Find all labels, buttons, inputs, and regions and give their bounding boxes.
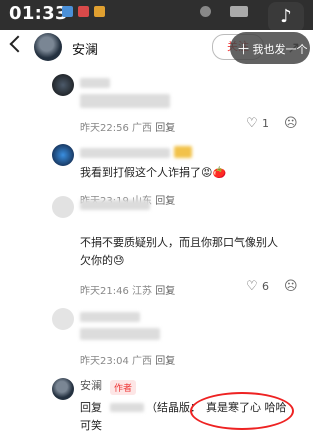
like-count: 6 bbox=[262, 280, 269, 293]
notification-icon bbox=[94, 6, 105, 17]
comment-date: 昨天23:04 bbox=[80, 356, 129, 367]
username bbox=[80, 148, 170, 158]
header-name[interactable]: 安澜 bbox=[72, 39, 98, 58]
avatar[interactable] bbox=[34, 33, 62, 61]
badge-icon bbox=[174, 146, 192, 158]
comment-text-line-1: 不捐不要质疑别人，而且你那口气像别人 bbox=[80, 236, 278, 249]
reply-line-2: 可笑 bbox=[80, 419, 102, 432]
reply-link[interactable]: 回复 bbox=[155, 286, 175, 297]
comment-meta: 昨天23:04 广西 回复 bbox=[80, 352, 175, 367]
author-name: 安澜 bbox=[80, 379, 102, 392]
comment-text bbox=[80, 328, 160, 340]
comment-meta: 昨天21:46 江苏 回复 bbox=[80, 282, 175, 297]
avatar[interactable] bbox=[52, 74, 74, 96]
author-badge: 作者 bbox=[110, 380, 137, 395]
comment-meta: 昨天22:56 广西 回复 bbox=[80, 119, 175, 134]
notification-icon bbox=[78, 6, 89, 17]
list-item: 不捐不要质疑别人，而且你那口气像别人 欠你的😓 昨天21:46 江苏 回复 ♡ … bbox=[0, 196, 313, 300]
username bbox=[80, 78, 110, 88]
highlight-circle bbox=[190, 392, 294, 430]
comment-region: 广西 bbox=[132, 123, 153, 134]
comment-date: 昨天22:56 bbox=[80, 123, 129, 134]
heart-icon[interactable]: ♡ bbox=[246, 279, 258, 294]
dislike-icon[interactable]: ☹ bbox=[284, 116, 298, 131]
reply-prefix: 回复 bbox=[80, 401, 102, 414]
list-item: 昨天22:56 广西 回复 ♡ 1 ☹ bbox=[0, 68, 313, 134]
avatar[interactable] bbox=[52, 378, 74, 400]
status-time: 01:33 bbox=[9, 3, 68, 24]
reply-target bbox=[110, 403, 144, 412]
like-count: 1 bbox=[262, 117, 269, 130]
back-icon[interactable] bbox=[9, 35, 27, 53]
heart-icon[interactable]: ♡ bbox=[246, 116, 258, 131]
reply-link[interactable]: 回复 bbox=[155, 356, 175, 367]
notification-icon bbox=[62, 6, 73, 17]
comment-text: 我看到打假这个人诈捐了😡🍅 bbox=[80, 166, 227, 179]
post-button[interactable]: 十 我也发一个 bbox=[230, 32, 310, 64]
status-bar: 01:33 ♪ bbox=[0, 0, 313, 32]
comment-date: 昨天21:46 bbox=[80, 286, 129, 297]
battery-icon bbox=[230, 6, 248, 17]
comment-text-line-2: 欠你的😓 bbox=[80, 254, 125, 267]
avatar[interactable] bbox=[52, 196, 74, 218]
username bbox=[80, 312, 140, 322]
list-item: 昨天23:04 广西 回复 bbox=[0, 306, 313, 368]
avatar[interactable] bbox=[52, 308, 74, 330]
reply-link[interactable]: 回复 bbox=[155, 123, 175, 134]
avatar[interactable] bbox=[52, 144, 74, 166]
post-button-label: 十 我也发一个 bbox=[238, 43, 308, 56]
comment-text bbox=[80, 94, 170, 108]
wifi-icon bbox=[200, 6, 211, 17]
username bbox=[80, 200, 150, 210]
comment-region: 江苏 bbox=[132, 286, 153, 297]
dislike-icon[interactable]: ☹ bbox=[284, 279, 298, 294]
app-logo-icon: ♪ bbox=[268, 2, 304, 32]
comment-region: 广西 bbox=[132, 356, 153, 367]
